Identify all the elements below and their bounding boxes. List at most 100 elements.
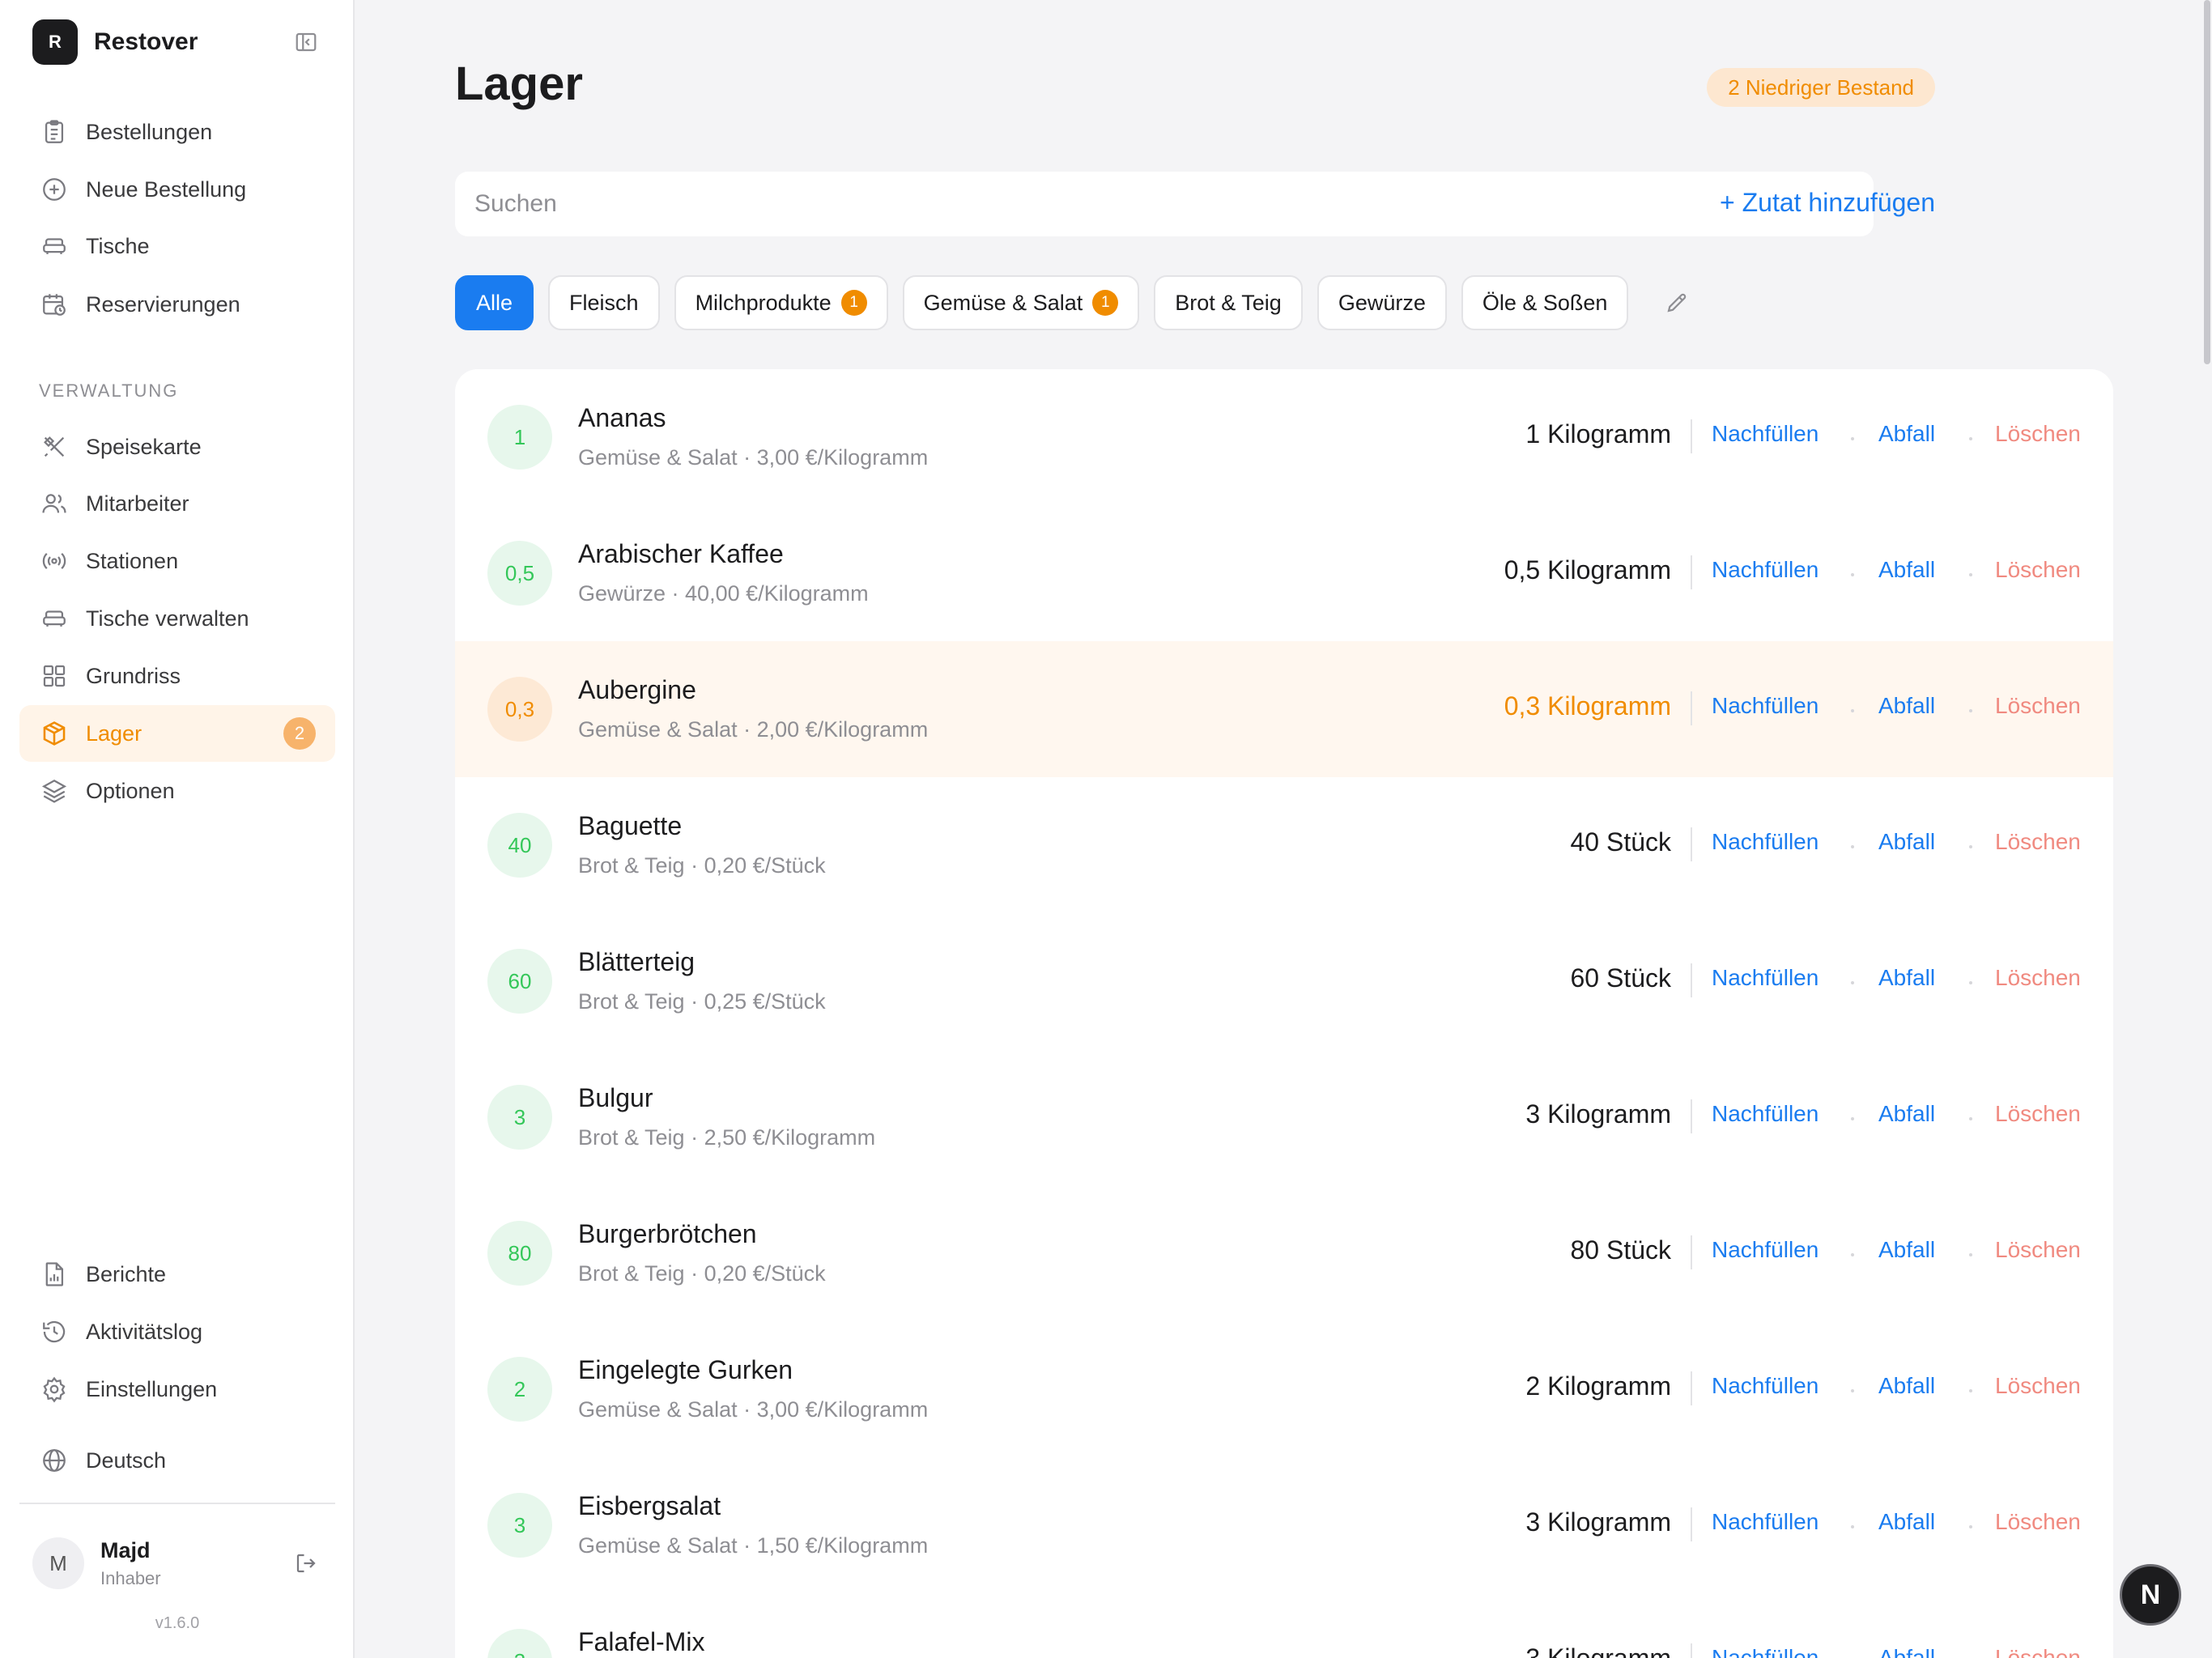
divider (1691, 691, 1692, 725)
waste-button[interactable]: Abfall (1878, 965, 1935, 991)
table-row: 3 Falafel-Mix 3 Kilogramm Nachfüllen Abf… (455, 1593, 2113, 1658)
sidebar-item-label: Reservierungen (86, 291, 240, 317)
refill-button[interactable]: Nachfüllen (1712, 965, 1819, 991)
sidebar-item-einstellungen[interactable]: Einstellungen (19, 1361, 335, 1418)
item-name: Bulgur (578, 1083, 653, 1112)
sidebar-item-tische[interactable]: Tische (19, 218, 335, 274)
filter-chip-alle[interactable]: Alle (455, 275, 534, 330)
waste-button[interactable]: Abfall (1878, 693, 1935, 719)
waste-button[interactable]: Abfall (1878, 1645, 1935, 1658)
sidebar-item-berichte[interactable]: Berichte (19, 1246, 335, 1303)
user-name: Majd (100, 1537, 151, 1562)
item-name: Ananas (578, 403, 666, 432)
divider (1691, 827, 1692, 861)
sidebar-item-label: Neue Bestellung (86, 176, 247, 202)
gear-icon (39, 1374, 70, 1405)
waste-button[interactable]: Abfall (1878, 421, 1935, 447)
sidebar-collapse-button[interactable] (290, 26, 322, 58)
sidebar-item-label: Speisekarte (86, 434, 202, 459)
waste-button[interactable]: Abfall (1878, 1509, 1935, 1535)
sidebar-item-mitarbeiter[interactable]: Mitarbeiter (19, 475, 335, 532)
divider (1691, 419, 1692, 453)
quantity-indicator: 80 (487, 1221, 552, 1286)
refill-button[interactable]: Nachfüllen (1712, 829, 1819, 855)
sidebar-item-aktivitaetslog[interactable]: Aktivitätslog (19, 1303, 335, 1360)
divider (1691, 1371, 1692, 1405)
separator-dot (1969, 709, 1972, 712)
separator-dot (1851, 573, 1854, 576)
grid-icon (39, 661, 70, 691)
sidebar-item-bestellungen[interactable]: Bestellungen (19, 104, 335, 160)
sidebar-item-grundriss[interactable]: Grundriss (19, 648, 335, 704)
separator-dot (1969, 845, 1972, 848)
delete-button[interactable]: Löschen (1995, 557, 2081, 583)
scrollbar-thumb[interactable] (2204, 0, 2210, 364)
language-selector[interactable]: Deutsch (19, 1432, 335, 1489)
refill-button[interactable]: Nachfüllen (1712, 1645, 1819, 1658)
stock-amount: 0,5 Kilogramm (1504, 555, 1671, 585)
filter-chip-milchprodukte[interactable]: Milchprodukte 1 (674, 275, 888, 330)
waste-button[interactable]: Abfall (1878, 1101, 1935, 1127)
table-row: 1 Ananas Gemüse & Salat · 3,00 €/Kilogra… (455, 369, 2113, 505)
delete-button[interactable]: Löschen (1995, 1101, 2081, 1127)
low-stock-badge[interactable]: 2 Niedriger Bestand (1707, 68, 1935, 107)
sidebar-item-tische-verwalten[interactable]: Tische verwalten (19, 590, 335, 647)
logout-button[interactable] (290, 1547, 322, 1579)
table-row: 2 Eingelegte Gurken Gemüse & Salat · 3,0… (455, 1321, 2113, 1457)
globe-icon (39, 1445, 70, 1476)
search-input[interactable] (455, 172, 1874, 236)
edit-categories-button[interactable] (1659, 285, 1695, 321)
floating-dev-button[interactable]: N (2120, 1564, 2181, 1626)
delete-button[interactable]: Löschen (1995, 965, 2081, 991)
refill-button[interactable]: Nachfüllen (1712, 1101, 1819, 1127)
sidebar-item-speisekarte[interactable]: Speisekarte (19, 419, 335, 475)
waste-button[interactable]: Abfall (1878, 1237, 1935, 1263)
filter-chip-fleisch[interactable]: Fleisch (548, 275, 660, 330)
separator-dot (1851, 981, 1854, 984)
sidebar-item-lager[interactable]: Lager 2 (19, 705, 335, 762)
filter-chip-label: Öle & Soßen (1482, 290, 1608, 315)
page-title: Lager (455, 57, 583, 110)
separator-dot (1851, 1389, 1854, 1392)
item-name: Falafel-Mix (578, 1627, 705, 1656)
filter-chip-gemuese-salat[interactable]: Gemüse & Salat 1 (902, 275, 1140, 330)
refill-button[interactable]: Nachfüllen (1712, 1373, 1819, 1399)
refill-button[interactable]: Nachfüllen (1712, 421, 1819, 447)
separator-dot (1969, 1389, 1972, 1392)
sidebar-item-stationen[interactable]: Stationen (19, 533, 335, 589)
refill-button[interactable]: Nachfüllen (1712, 1237, 1819, 1263)
sidebar-item-neue-bestellung[interactable]: Neue Bestellung (19, 161, 335, 218)
delete-button[interactable]: Löschen (1995, 1237, 2081, 1263)
quantity-indicator: 0,3 (487, 677, 552, 742)
filter-chip-oele-sossen[interactable]: Öle & Soßen (1461, 275, 1629, 330)
sidebar-item-optionen[interactable]: Optionen (19, 763, 335, 819)
filter-chip-label: Milchprodukte (695, 290, 832, 315)
waste-button[interactable]: Abfall (1878, 1373, 1935, 1399)
filter-chip-brot-teig[interactable]: Brot & Teig (1154, 275, 1303, 330)
delete-button[interactable]: Löschen (1995, 1645, 2081, 1658)
radio-signal-icon (39, 546, 70, 576)
waste-button[interactable]: Abfall (1878, 557, 1935, 583)
delete-button[interactable]: Löschen (1995, 421, 2081, 447)
sidebar-item-label: Einstellungen (86, 1376, 218, 1401)
delete-button[interactable]: Löschen (1995, 1509, 2081, 1535)
separator-dot (1969, 1253, 1972, 1256)
filter-chip-label: Brot & Teig (1175, 290, 1282, 315)
refill-button[interactable]: Nachfüllen (1712, 693, 1819, 719)
language-label: Deutsch (86, 1448, 167, 1473)
avatar: M (32, 1537, 84, 1589)
waste-button[interactable]: Abfall (1878, 829, 1935, 855)
plus-circle-icon (39, 174, 70, 205)
delete-button[interactable]: Löschen (1995, 693, 2081, 719)
add-ingredient-button[interactable]: + Zutat hinzufügen (1720, 188, 1935, 218)
delete-button[interactable]: Löschen (1995, 1373, 2081, 1399)
delete-button[interactable]: Löschen (1995, 829, 2081, 855)
table-row: 80 Burgerbrötchen Brot & Teig · 0,20 €/S… (455, 1185, 2113, 1321)
stock-amount: 2 Kilogramm (1525, 1371, 1671, 1401)
filter-chip-label: Alle (476, 290, 513, 315)
sidebar-item-reservierungen[interactable]: Reservierungen (19, 276, 335, 333)
refill-button[interactable]: Nachfüllen (1712, 1509, 1819, 1535)
filter-chip-gewuerze[interactable]: Gewürze (1317, 275, 1447, 330)
separator-dot (1851, 1525, 1854, 1528)
refill-button[interactable]: Nachfüllen (1712, 557, 1819, 583)
